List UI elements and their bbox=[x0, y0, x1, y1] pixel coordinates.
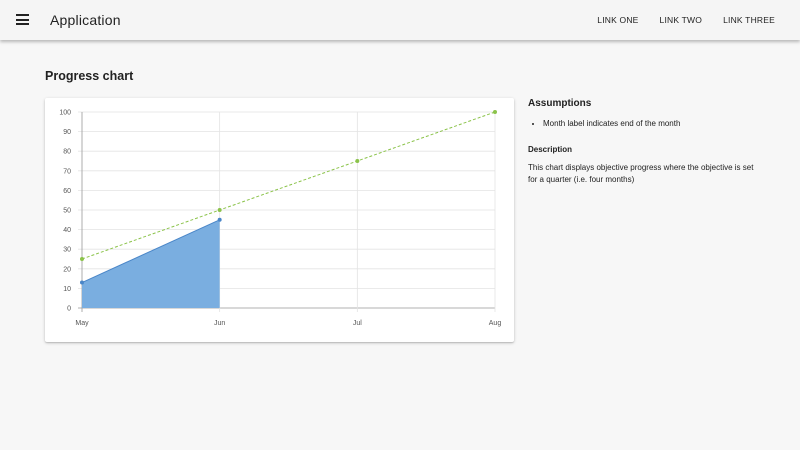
y-tick-label: 80 bbox=[63, 149, 71, 156]
chart-card: 0 10 20 30 40 50 60 70 80 90 100 May Jun Jul Aug bbox=[45, 98, 514, 342]
y-tick-label: 0 bbox=[67, 306, 71, 313]
progress-chart: 0 10 20 30 40 50 60 70 80 90 100 May Jun Jul Aug bbox=[59, 110, 502, 328]
app-title: Application bbox=[50, 12, 121, 28]
y-tick-label: 50 bbox=[63, 208, 71, 215]
description-text: This chart displays objective progress w… bbox=[528, 163, 754, 184]
x-tick-label: Jun bbox=[214, 320, 225, 327]
menu-icon[interactable] bbox=[16, 14, 29, 25]
y-tick-label: 40 bbox=[63, 227, 71, 234]
top-nav: LINK ONE LINK TWO LINK THREE bbox=[576, 15, 775, 25]
x-tick-label: Jul bbox=[353, 320, 362, 327]
y-tick-label: 60 bbox=[63, 188, 71, 195]
nav-link-three[interactable]: LINK THREE bbox=[723, 15, 775, 25]
x-tick-label: May bbox=[75, 320, 89, 327]
y-tick-label: 20 bbox=[63, 266, 71, 273]
app-bar: Application LINK ONE LINK TWO LINK THREE bbox=[0, 0, 800, 40]
y-tick-label: 100 bbox=[59, 110, 71, 117]
target-point bbox=[217, 208, 222, 212]
description-title: Description bbox=[528, 145, 573, 154]
actual-point bbox=[80, 280, 84, 285]
page-title: Progress chart bbox=[45, 69, 134, 83]
assumptions-list: Month label indicates end of the month bbox=[543, 119, 768, 128]
target-line bbox=[81, 111, 496, 260]
y-tick-label: 90 bbox=[63, 129, 71, 136]
actual-point bbox=[217, 217, 222, 222]
nav-link-one[interactable]: LINK ONE bbox=[597, 15, 638, 25]
assumptions-title: Assumptions bbox=[528, 98, 592, 109]
assumption-item: Month label indicates end of the month bbox=[543, 119, 768, 128]
target-point bbox=[355, 159, 360, 163]
y-tick-label: 10 bbox=[63, 286, 71, 293]
target-point bbox=[493, 110, 497, 114]
x-tick-label: Aug bbox=[489, 320, 502, 327]
nav-link-two[interactable]: LINK TWO bbox=[660, 15, 703, 25]
y-tick-label: 70 bbox=[63, 168, 71, 175]
y-tick-label: 30 bbox=[63, 247, 71, 254]
target-point bbox=[80, 257, 84, 261]
info-panel: Assumptions Month label indicates end of… bbox=[528, 98, 768, 186]
actual-area bbox=[82, 219, 220, 308]
